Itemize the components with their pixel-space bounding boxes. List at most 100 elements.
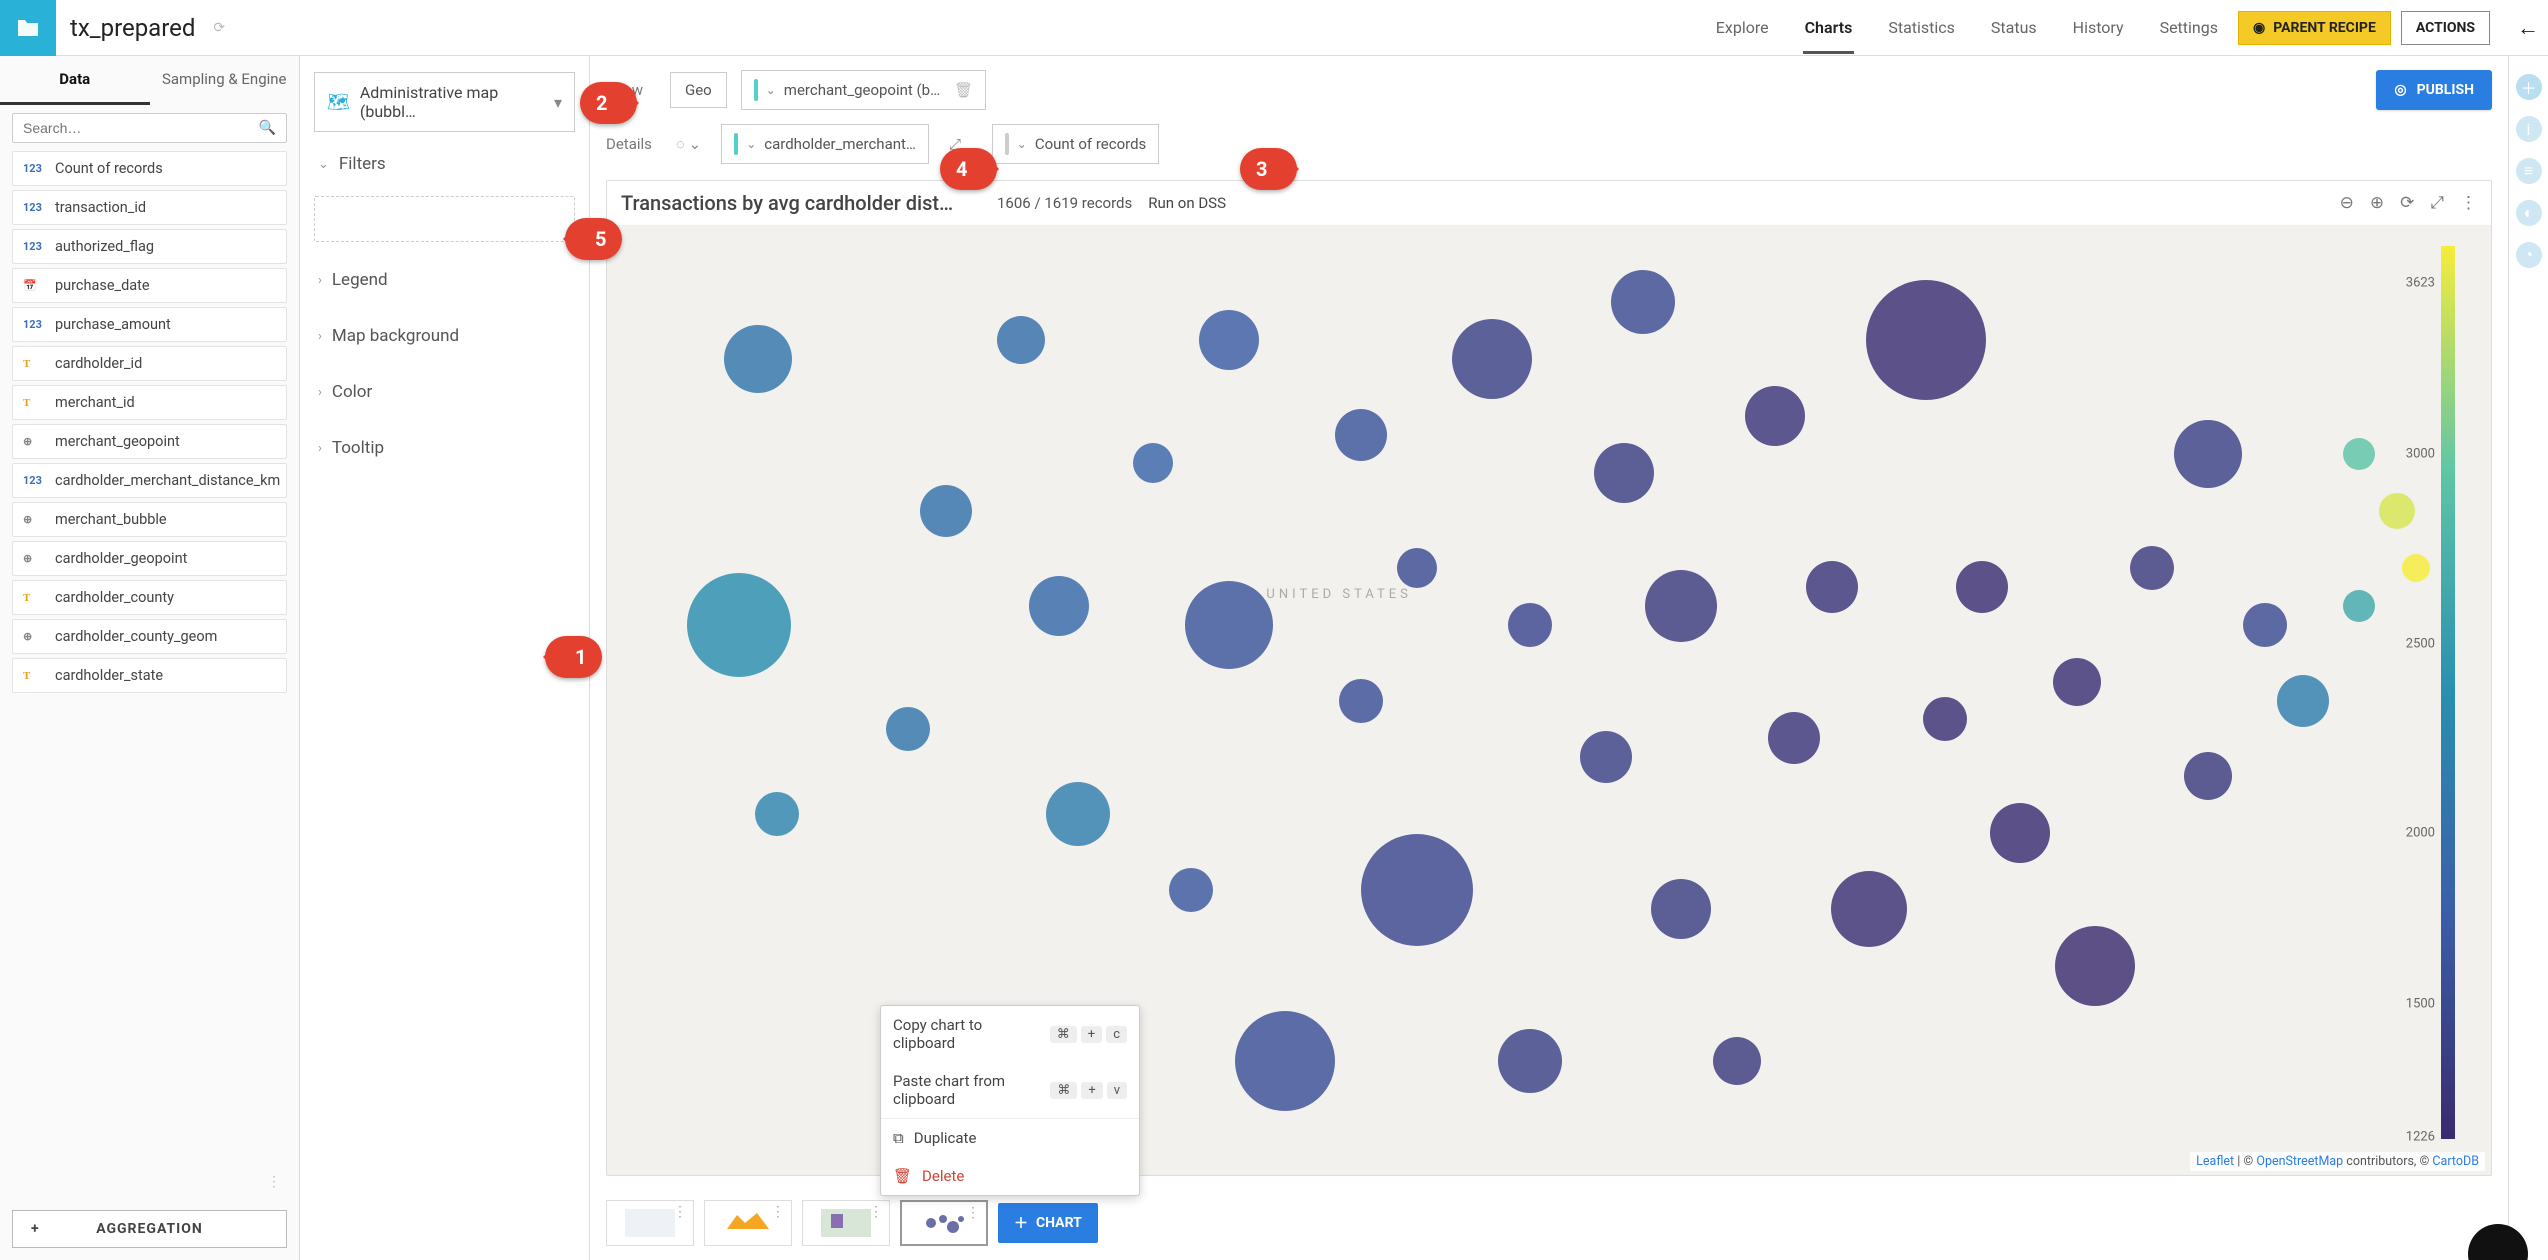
map-bubble[interactable] — [1611, 270, 1675, 334]
rail-add-icon[interactable]: ＋ — [2516, 74, 2542, 100]
map-bubble[interactable] — [1923, 697, 1967, 741]
chart-thumb[interactable]: ⋮ — [704, 1200, 792, 1246]
rail-history-icon[interactable]: ◔ — [2516, 242, 2542, 268]
map-bubble[interactable] — [1580, 731, 1632, 783]
ctx-paste[interactable]: Paste chart from clipboard ⌘+v — [881, 1062, 1139, 1118]
ctx-duplicate[interactable]: ⧉ Duplicate — [881, 1118, 1139, 1157]
map-bubble[interactable] — [1645, 570, 1717, 642]
map-bubble[interactable] — [1133, 443, 1173, 483]
rail-info-icon[interactable]: i — [2516, 116, 2542, 142]
map-bubble[interactable] — [1498, 1029, 1562, 1093]
field-search[interactable]: 🔍 — [12, 113, 287, 143]
refresh-chart-icon[interactable]: ⟳ — [2400, 193, 2414, 213]
field-item[interactable]: Tcardholder_county — [12, 580, 287, 615]
section-tooltip[interactable]: ›Tooltip — [300, 424, 589, 472]
run-on-selector[interactable]: Run on DSS — [1148, 194, 1226, 212]
section-color[interactable]: ›Color — [300, 368, 589, 416]
map-bubble[interactable] — [1651, 879, 1711, 939]
map-bubble[interactable] — [1866, 280, 1986, 400]
color-field-pill[interactable]: ⌄ cardholder_merchant… — [721, 124, 929, 164]
map-bubble[interactable] — [1831, 871, 1907, 947]
nav-settings[interactable]: Settings — [2158, 2, 2220, 53]
aggregation-button[interactable]: AGGREGATION — [12, 1210, 287, 1248]
trash-icon[interactable]: 🗑 — [954, 81, 973, 99]
nav-history[interactable]: History — [2071, 2, 2126, 53]
map-bubble[interactable] — [1452, 319, 1532, 399]
chart-thumb[interactable]: ⋮ — [802, 1200, 890, 1246]
field-item[interactable]: 123Count of records — [12, 151, 287, 186]
map-bubble[interactable] — [1990, 803, 2050, 863]
map-bubble[interactable] — [2343, 438, 2375, 470]
field-item[interactable]: ⊕merchant_geopoint — [12, 424, 287, 459]
map-bubble[interactable] — [2053, 658, 2101, 706]
osm-link[interactable]: OpenStreetMap — [2256, 1154, 2343, 1169]
map-bubble[interactable] — [2379, 493, 2415, 529]
filters-dropzone[interactable] — [314, 196, 575, 242]
field-item[interactable]: ⊕cardholder_county_geom — [12, 619, 287, 654]
map-bubble[interactable] — [997, 316, 1045, 364]
map-bubble[interactable] — [2130, 546, 2174, 590]
chart-thumb-active[interactable]: ⋮ — [900, 1200, 988, 1246]
section-map-background[interactable]: ›Map background — [300, 312, 589, 360]
droplet-icon[interactable]: ◌ ⌄ — [670, 135, 707, 153]
map-bubble[interactable] — [1029, 576, 1089, 636]
actions-button[interactable]: ACTIONS — [2401, 11, 2490, 45]
map-bubble[interactable] — [1185, 581, 1273, 669]
map-bubble[interactable] — [1339, 679, 1383, 723]
thumb-menu-icon[interactable]: ⋮ — [771, 1204, 785, 1220]
map-bubble[interactable] — [1199, 310, 1259, 370]
back-arrow-icon[interactable]: ← — [2508, 15, 2548, 41]
map-bubble[interactable] — [2243, 603, 2287, 647]
map-bubble[interactable] — [724, 325, 792, 393]
tab-sampling-engine[interactable]: Sampling & Engine — [150, 56, 300, 105]
refresh-icon[interactable]: ⟳ — [213, 20, 225, 36]
map-bubble[interactable] — [2402, 554, 2430, 582]
map-bubble[interactable] — [2343, 590, 2375, 622]
map-bubble[interactable] — [1335, 409, 1387, 461]
nav-status[interactable]: Status — [1989, 2, 2039, 53]
publish-button[interactable]: ◎ PUBLISH — [2376, 70, 2492, 110]
map-bubble[interactable] — [2184, 752, 2232, 800]
parent-recipe-button[interactable]: ◉ PARENT RECIPE — [2238, 11, 2391, 45]
nav-explore[interactable]: Explore — [1714, 2, 1771, 53]
map-bubble[interactable] — [755, 792, 799, 836]
map-bubble[interactable] — [1361, 834, 1473, 946]
search-input[interactable] — [23, 120, 259, 136]
map-bubble[interactable] — [2174, 420, 2242, 488]
field-item[interactable]: ⊕merchant_bubble — [12, 502, 287, 537]
section-legend[interactable]: ›Legend — [300, 256, 589, 304]
dataset-folder-button[interactable] — [0, 0, 56, 56]
ctx-copy[interactable]: Copy chart to clipboard ⌘+c — [881, 1006, 1139, 1062]
zoom-in-icon[interactable]: ⊕ — [2370, 193, 2384, 213]
field-item[interactable]: 📅purchase_date — [12, 268, 287, 303]
field-item[interactable]: ⊕cardholder_geopoint — [12, 541, 287, 576]
size-field-pill[interactable]: ⌄ Count of records — [992, 124, 1160, 164]
map-bubble[interactable] — [1397, 548, 1437, 588]
add-chart-button[interactable]: ＋CHART — [998, 1203, 1098, 1243]
thumb-menu-icon[interactable]: ⋮ — [673, 1204, 687, 1220]
leaflet-link[interactable]: Leaflet — [2196, 1154, 2234, 1169]
rail-discuss-icon[interactable]: ◐ — [2516, 200, 2542, 226]
map-bubble[interactable] — [1768, 712, 1820, 764]
map-bubble[interactable] — [2055, 926, 2135, 1006]
thumb-menu-icon[interactable]: ⋮ — [966, 1205, 980, 1221]
map-bubble[interactable] — [1713, 1037, 1761, 1085]
ctx-delete[interactable]: 🗑 Delete — [881, 1157, 1139, 1195]
map-bubble[interactable] — [1745, 386, 1805, 446]
map-bubble[interactable] — [687, 573, 791, 677]
fullscreen-icon[interactable]: ⤢ — [2430, 193, 2444, 213]
section-filters[interactable]: ⌄Filters — [300, 140, 589, 188]
nav-statistics[interactable]: Statistics — [1886, 2, 1957, 53]
map-bubble[interactable] — [2277, 675, 2329, 727]
map-bubble[interactable] — [1956, 561, 2008, 613]
field-item[interactable]: 123authorized_flag — [12, 229, 287, 264]
chart-menu-icon[interactable]: ⋮ — [2460, 193, 2477, 213]
field-item[interactable]: Tcardholder_state — [12, 658, 287, 693]
map-bubble[interactable] — [886, 707, 930, 751]
carto-link[interactable]: CartoDB — [2432, 1154, 2479, 1169]
nav-charts[interactable]: Charts — [1803, 2, 1855, 53]
chart-type-selector[interactable]: 🗺 Administrative map (bubbl… ▾ — [314, 72, 575, 132]
zoom-out-icon[interactable]: ⊖ — [2340, 193, 2354, 213]
map-bubble[interactable] — [1806, 561, 1858, 613]
chart-thumb[interactable]: ⋮ — [606, 1200, 694, 1246]
